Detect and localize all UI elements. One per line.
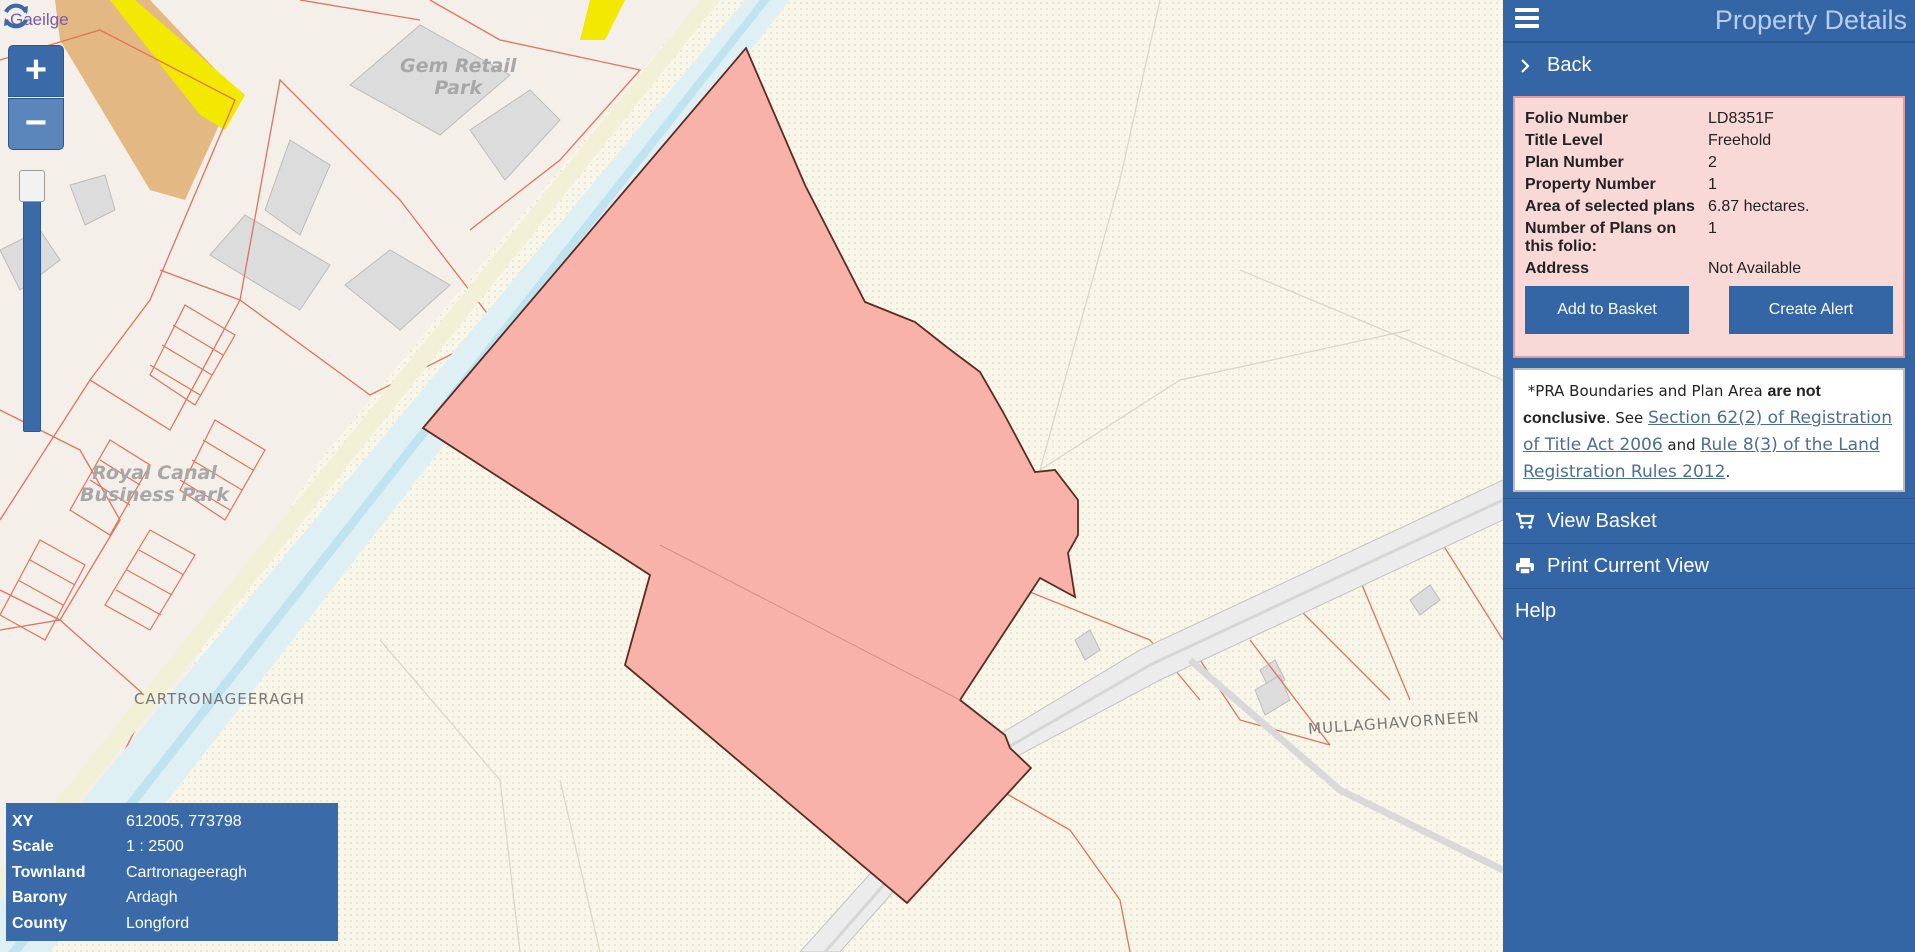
label-royal-canal-business-park: Royal Canal Business Park: [80, 462, 230, 506]
detail-row-property-number: Property Number 1: [1525, 176, 1717, 193]
back-link[interactable]: Back: [1503, 43, 1915, 88]
property-panel: Property Details Back Folio Number LD8351…: [1503, 0, 1915, 952]
detail-row-plans-count: Number of Plans on this folio: 1: [1525, 220, 1717, 255]
help-link[interactable]: Help: [1503, 589, 1915, 634]
info-row-county: County Longford: [12, 914, 190, 932]
print-view-link[interactable]: Print Current View: [1503, 544, 1915, 589]
map-view[interactable]: Gem Retail Park Royal Canal Business Par…: [0, 0, 1503, 952]
zoom-in-button[interactable]: +: [8, 45, 64, 97]
detail-row-address: Address Not Available: [1525, 260, 1802, 277]
view-basket-label: View Basket: [1547, 509, 1657, 532]
detail-row-folio: Folio Number LD8351F: [1525, 110, 1774, 127]
back-label: Back: [1547, 54, 1592, 76]
location-info-box: XY 612005, 773798 Scale 1 : 2500 Townland C…: [6, 803, 338, 941]
property-details-table: Folio Number LD8351F Title Level Freehold …: [1525, 108, 1893, 280]
panel-menu: View Basket Print Current View Help: [1503, 498, 1915, 634]
boundary-disclaimer: *PRA Boundaries and Plan Area are not co…: [1513, 368, 1905, 492]
view-basket-link[interactable]: View Basket: [1503, 499, 1915, 544]
printer-icon: [1515, 557, 1535, 575]
create-alert-button[interactable]: Create Alert: [1729, 286, 1893, 334]
info-row-townland: Townland Cartronageeragh: [12, 863, 247, 881]
detail-row-area: Area of selected plans 6.87 hectares.: [1525, 198, 1810, 215]
hamburger-menu-icon[interactable]: [1515, 8, 1539, 30]
chevron-right-icon: [1515, 58, 1535, 73]
zoom-slider-track[interactable]: [23, 172, 41, 432]
panel-title: Property Details: [1714, 5, 1907, 35]
zoom-slider-handle[interactable]: [19, 170, 45, 202]
info-row-barony: Barony Ardagh: [12, 889, 178, 907]
help-label: Help: [1515, 600, 1557, 622]
refresh-icon[interactable]: [0, 0, 32, 32]
label-gem-retail-park: Gem Retail Park: [400, 55, 517, 99]
detail-actions: Add to Basket Create Alert: [1525, 286, 1893, 334]
print-view-label: Print Current View: [1547, 554, 1709, 577]
detail-row-plan-number: Plan Number 2: [1525, 154, 1717, 171]
add-to-basket-button[interactable]: Add to Basket: [1525, 286, 1689, 334]
panel-header: Property Details: [1503, 0, 1915, 43]
label-cartronageeragh: CARTRONAGEERAGH: [134, 690, 305, 708]
info-row-scale: Scale 1 : 2500: [12, 838, 184, 856]
shopping-cart-icon: [1515, 512, 1535, 530]
zoom-out-button[interactable]: −: [8, 98, 64, 150]
info-row-xy: XY 612005, 773798: [12, 812, 242, 830]
detail-row-title-level: Title Level Freehold: [1525, 132, 1772, 149]
property-details-card: Folio Number LD8351F Title Level Freehold …: [1513, 96, 1905, 358]
